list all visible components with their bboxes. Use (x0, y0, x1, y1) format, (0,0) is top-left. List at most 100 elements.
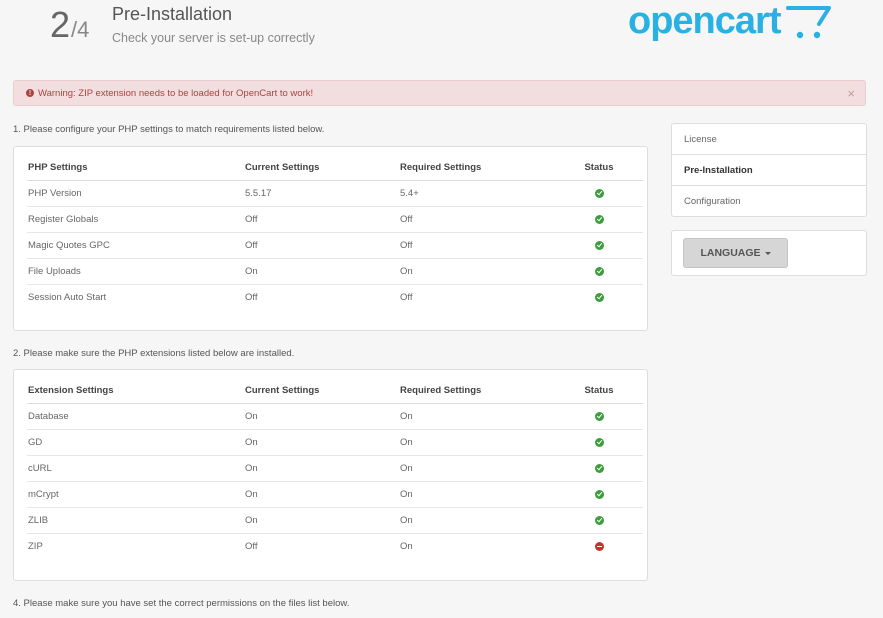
alert-text: Warning: ZIP extension needs to be loade… (38, 87, 314, 99)
table-row: mCrypt On On (27, 481, 643, 508)
caret-down-icon (764, 251, 771, 255)
status-cell (555, 403, 643, 430)
current-setting: Off (245, 541, 258, 552)
column-header: Extension Settings (27, 378, 245, 404)
required-setting: On (400, 507, 555, 534)
language-button-label: LANGUAGE (700, 247, 761, 259)
table-row: Register Globals Off Off (27, 206, 643, 233)
status-cell (555, 258, 643, 285)
check-circle-icon (594, 214, 604, 224)
current-setting: 5.5.17 (245, 180, 400, 207)
check-circle-icon (594, 266, 604, 276)
table-row: ZLIB On On (27, 507, 643, 534)
column-header: Required Settings (400, 155, 555, 181)
table-row: GD On On (27, 429, 643, 456)
setting-name: Session Auto Start (28, 292, 107, 303)
step-indicator: 2 /4 (50, 4, 89, 46)
status-cell (555, 180, 643, 207)
check-circle-icon (594, 437, 604, 447)
status-cell (555, 206, 643, 233)
nav-item-license[interactable]: License (672, 124, 866, 155)
status-cell (555, 534, 643, 560)
status-cell (555, 285, 643, 311)
page-title: Pre-Installation (112, 4, 233, 24)
step-total: /4 (71, 17, 90, 42)
table-row: Session Auto Start Off Off (27, 285, 643, 311)
column-header: Status (555, 155, 643, 181)
setting-name: Database (27, 403, 245, 430)
extensions-body: Database On On GD On On cURL On On mCrypt On On ZLIB… (27, 403, 643, 560)
required-setting: On (400, 429, 555, 456)
setting-name: GD (27, 429, 245, 456)
status-cell (555, 429, 643, 456)
check-circle-icon (594, 463, 604, 473)
alert-close-button[interactable]: × (847, 86, 855, 101)
current-setting: Off (245, 232, 400, 259)
table-row: cURL On On (27, 455, 643, 482)
setting-name: ZIP (28, 541, 43, 552)
table-row: ZIP Off On (27, 534, 643, 560)
current-setting: Off (245, 206, 400, 233)
table-row: File Uploads On On (27, 258, 643, 285)
required-setting: Off (400, 232, 555, 259)
php-settings-instruction: 1. Please configure your PHP settings to… (13, 124, 325, 135)
setting-name: ZLIB (27, 507, 245, 534)
setting-name: Magic Quotes GPC (27, 232, 245, 259)
required-setting: On (400, 541, 413, 552)
required-setting: On (400, 481, 555, 508)
column-header: PHP Settings (27, 155, 245, 181)
permissions-instruction: 4. Please make sure you have set the cor… (13, 598, 350, 609)
check-circle-icon (594, 292, 604, 302)
setting-name: PHP Version (27, 180, 245, 207)
extensions-table: Extension Settings Current Settings Requ… (27, 378, 643, 559)
column-header: Current Settings (245, 378, 400, 404)
table-row: PHP Version 5.5.17 5.4+ (27, 180, 643, 207)
minus-circle-icon (594, 541, 604, 551)
required-setting: On (400, 258, 555, 285)
cart-icon (786, 6, 831, 39)
current-setting: On (245, 507, 400, 534)
current-setting: On (245, 429, 400, 456)
setting-name: File Uploads (27, 258, 245, 285)
setting-name: Register Globals (27, 206, 245, 233)
exclamation-circle-icon: ! (26, 89, 34, 97)
current-setting: On (245, 403, 400, 430)
check-circle-icon (594, 515, 604, 525)
current-setting: On (245, 455, 400, 482)
required-setting: On (400, 455, 555, 482)
column-header: Required Settings (400, 378, 555, 404)
status-cell (555, 232, 643, 259)
php-settings-table: PHP Settings Current Settings Required S… (27, 155, 643, 310)
table-header-row: PHP Settings Current Settings Required S… (27, 155, 643, 181)
opencart-logo: opencart (628, 0, 838, 48)
extensions-instruction: 2. Please make sure the PHP extensions l… (13, 348, 295, 359)
status-cell (555, 481, 643, 508)
current-setting: Off (245, 292, 258, 303)
logo-text: opencart (628, 0, 781, 42)
required-setting: Off (400, 292, 413, 303)
extensions-panel: Extension Settings Current Settings Requ… (13, 369, 648, 581)
nav-item-configuration[interactable]: Configuration (672, 186, 866, 216)
title-block: Pre-Installation Check your server is se… (112, 4, 315, 45)
table-row: Magic Quotes GPC Off Off (27, 232, 643, 259)
current-setting: On (245, 258, 400, 285)
check-circle-icon (594, 489, 604, 499)
required-setting: Off (400, 206, 555, 233)
required-setting: 5.4+ (400, 180, 555, 207)
table-header-row: Extension Settings Current Settings Requ… (27, 378, 643, 404)
table-row: Database On On (27, 403, 643, 430)
status-cell (555, 455, 643, 482)
current-setting: On (245, 481, 400, 508)
check-circle-icon (594, 188, 604, 198)
warning-alert: ! Warning: ZIP extension needs to be loa… (13, 80, 866, 106)
step-navigation: License Pre-Installation Configuration (671, 123, 867, 217)
page-subtitle: Check your server is set-up correctly (112, 31, 315, 45)
language-panel: LANGUAGE (671, 230, 867, 276)
setting-name: mCrypt (27, 481, 245, 508)
check-circle-icon (594, 411, 604, 421)
column-header: Current Settings (245, 155, 400, 181)
language-dropdown-button[interactable]: LANGUAGE (683, 238, 788, 268)
required-setting: On (400, 403, 555, 430)
nav-item-pre-installation[interactable]: Pre-Installation (672, 155, 866, 186)
check-circle-icon (594, 240, 604, 250)
